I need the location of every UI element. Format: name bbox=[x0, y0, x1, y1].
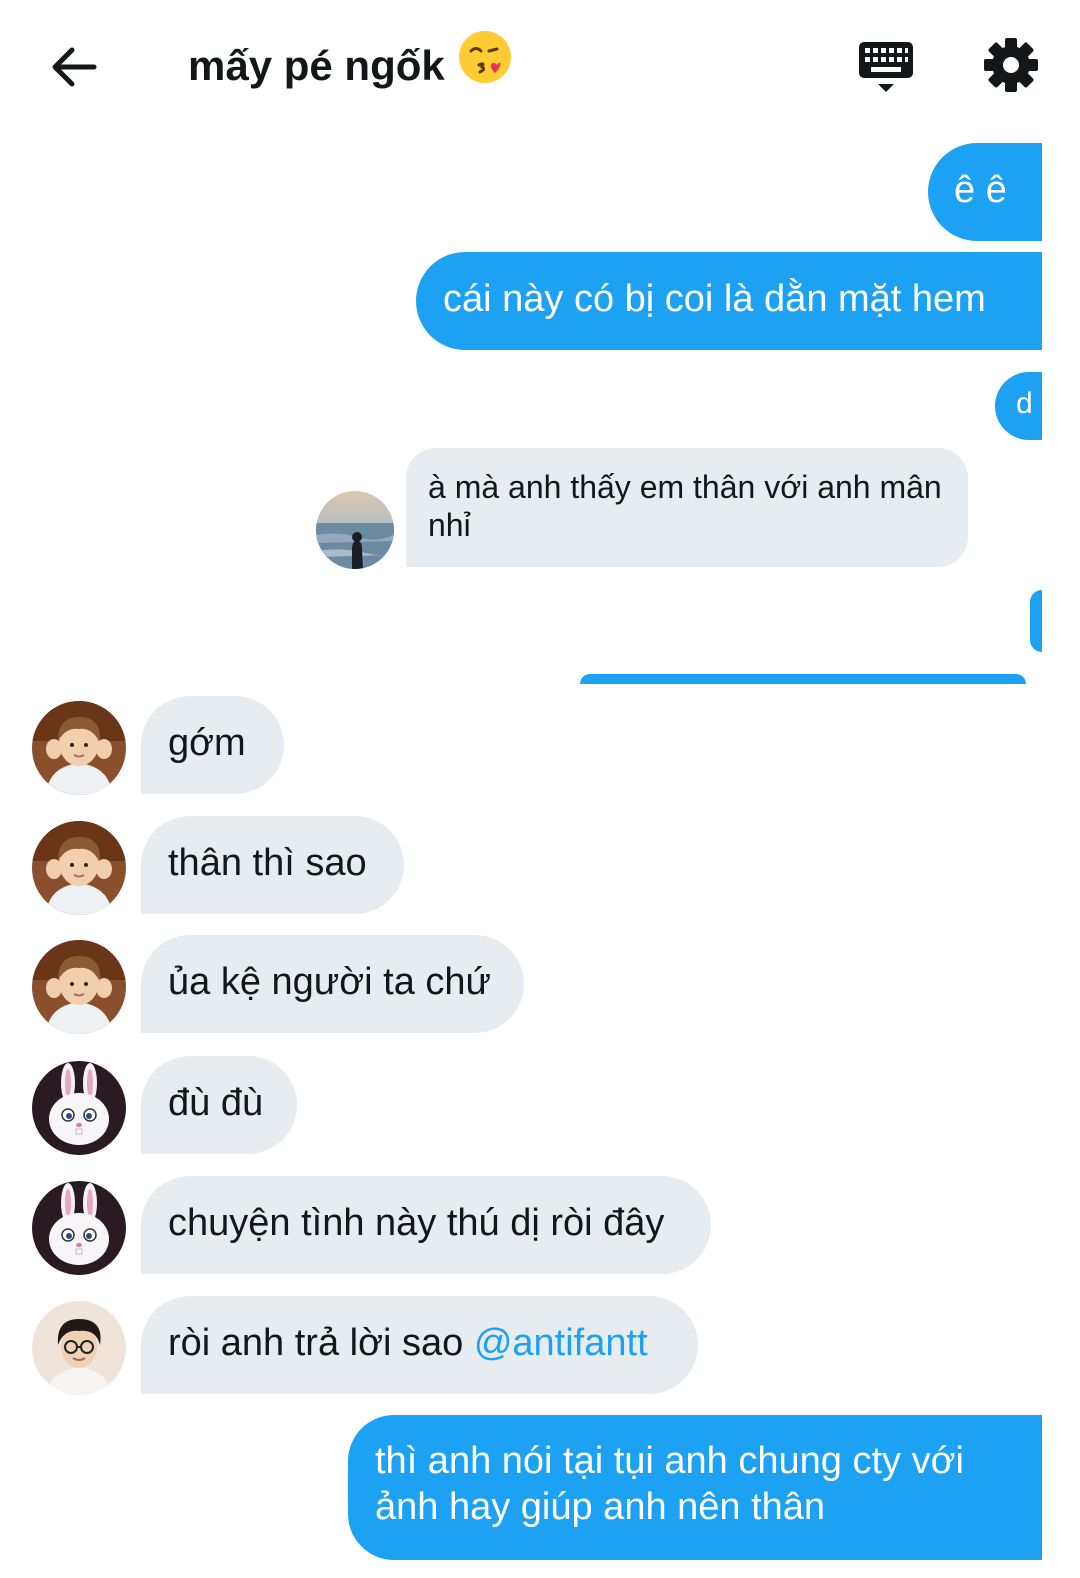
incoming-message[interactable]: chuyện tình này thú dị ròi đây bbox=[141, 1176, 711, 1274]
conversation-title-text: mấy pé ngốk bbox=[188, 42, 445, 89]
settings-button[interactable] bbox=[982, 36, 1040, 94]
back-button[interactable] bbox=[46, 40, 100, 94]
incoming-message[interactable]: gớm bbox=[141, 696, 284, 794]
message-text: à mà anh thấy em thân với anh mân nhỉ bbox=[428, 469, 942, 543]
message-text: d bbox=[1016, 387, 1033, 420]
incoming-message[interactable]: thân thì sao bbox=[141, 816, 404, 914]
outgoing-message[interactable]: d bbox=[995, 372, 1042, 440]
message-text: chuyện tình này thú dị ròi đây bbox=[168, 1202, 665, 1244]
gear-icon bbox=[984, 38, 1038, 92]
message-text: ê ê bbox=[954, 169, 1007, 211]
outgoing-message[interactable]: thì anh nói tại tụi anh chung cty với ản… bbox=[348, 1415, 1042, 1560]
chat-header: mấy pé ngốk bbox=[0, 0, 1080, 130]
message-text: cái này có bị coi là dằn mặt hem bbox=[443, 278, 986, 320]
keyboard-icon bbox=[859, 42, 913, 92]
avatar[interactable] bbox=[32, 821, 126, 915]
user-mention-link[interactable]: @antifantt bbox=[474, 1322, 648, 1364]
avatar[interactable] bbox=[32, 701, 126, 795]
outgoing-message[interactable] bbox=[1030, 590, 1042, 652]
avatar[interactable] bbox=[32, 1061, 126, 1155]
avatar[interactable] bbox=[32, 1181, 126, 1275]
incoming-message[interactable]: ròi anh trả lời sao @antifantt bbox=[141, 1296, 698, 1394]
keyboard-button[interactable] bbox=[856, 38, 916, 98]
message-text: gớm bbox=[168, 722, 246, 764]
kissing-face-emoji bbox=[457, 29, 513, 101]
outgoing-message[interactable]: ê ê bbox=[928, 143, 1042, 241]
incoming-message[interactable]: đù đù bbox=[141, 1056, 297, 1154]
message-text: thì anh nói tại tụi anh chung cty với ản… bbox=[375, 1440, 964, 1528]
incoming-message[interactable]: à mà anh thấy em thân với anh mân nhỉ bbox=[406, 448, 968, 567]
avatar[interactable] bbox=[32, 1301, 126, 1395]
outgoing-message[interactable]: cái này có bị coi là dằn mặt hem bbox=[416, 252, 1042, 350]
message-text: ròi anh trả lời sao bbox=[168, 1322, 474, 1364]
message-text: ủa kệ người ta chứ bbox=[168, 961, 491, 1003]
message-text: đù đù bbox=[168, 1082, 264, 1124]
avatar[interactable] bbox=[316, 491, 394, 569]
message-divider bbox=[580, 674, 1026, 684]
message-text: thân thì sao bbox=[168, 842, 367, 884]
incoming-message[interactable]: ủa kệ người ta chứ bbox=[141, 935, 524, 1033]
arrow-left-icon bbox=[52, 47, 97, 87]
conversation-title: mấy pé ngốk bbox=[188, 30, 513, 96]
avatar[interactable] bbox=[32, 940, 126, 1034]
